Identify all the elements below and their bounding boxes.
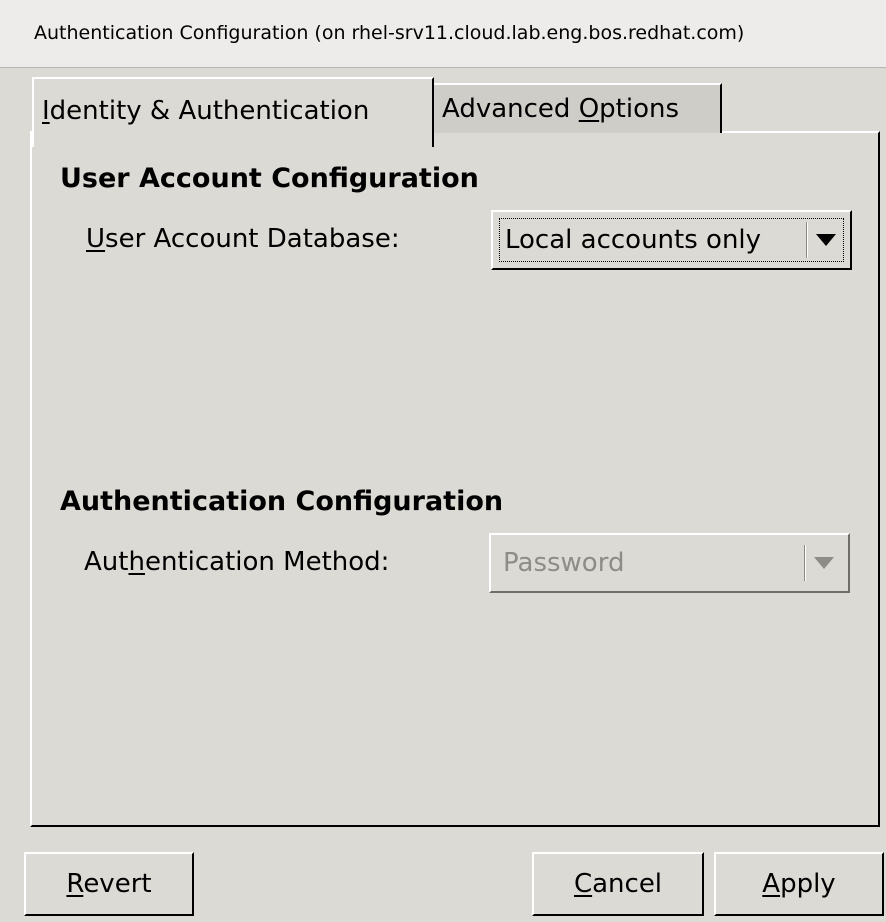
revert-button-mnemonic: R <box>66 869 84 899</box>
tab-identity-authentication-label: Identity & Authentication <box>42 96 369 126</box>
tab-advanced-options[interactable]: Advanced Options <box>432 83 722 133</box>
tab-label-mnemonic: O <box>578 94 600 124</box>
combo-separator <box>804 545 806 581</box>
authentication-method-label: Authentication Method: <box>84 547 389 577</box>
cancel-button[interactable]: Cancel <box>532 852 704 916</box>
authentication-method-label-pre: Aut <box>84 547 129 577</box>
tab-label-suffix: ptions <box>599 94 680 124</box>
tab-label-mnemonic: I <box>42 96 50 126</box>
dropdown-arrow-icon <box>814 557 834 569</box>
authentication-method-combo[interactable]: Password <box>489 533 850 593</box>
user-account-section-title: User Account Configuration <box>60 163 479 194</box>
revert-button[interactable]: Revert <box>24 852 194 916</box>
user-account-database-combo[interactable]: Local accounts only <box>491 210 852 270</box>
tab-label-suffix: dentity & Authentication <box>49 96 370 126</box>
window-title: Authentication Configuration (on rhel-sr… <box>34 22 745 44</box>
combo-separator <box>806 222 808 258</box>
dropdown-arrow-icon <box>816 234 836 246</box>
apply-button-label: pply <box>780 869 836 899</box>
window-titlebar[interactable]: Authentication Configuration (on rhel-sr… <box>0 0 886 68</box>
user-account-database-label: User Account Database: <box>86 224 400 254</box>
tab-identity-authentication[interactable]: Identity & Authentication <box>32 77 434 147</box>
authentication-method-label-mnemonic: h <box>128 547 145 577</box>
authentication-method-label-post: entication Method: <box>144 547 390 577</box>
user-account-database-label-text: ser Account Database: <box>105 224 400 254</box>
authentication-section-title: Authentication Configuration <box>60 486 504 517</box>
user-account-database-label-mnemonic: U <box>86 224 106 254</box>
authentication-method-value: Password <box>503 548 625 578</box>
cancel-button-mnemonic: C <box>573 869 593 899</box>
apply-button-mnemonic: A <box>762 869 781 899</box>
tab-advanced-options-label: Advanced Options <box>442 94 679 124</box>
user-account-database-value: Local accounts only <box>505 225 762 255</box>
tab-label-prefix: Advanced <box>442 94 579 124</box>
tab-panel-identity: User Account Configuration User Account … <box>30 131 880 827</box>
apply-button[interactable]: Apply <box>714 852 884 916</box>
cancel-button-label: ancel <box>592 869 663 899</box>
revert-button-label: evert <box>83 869 152 899</box>
